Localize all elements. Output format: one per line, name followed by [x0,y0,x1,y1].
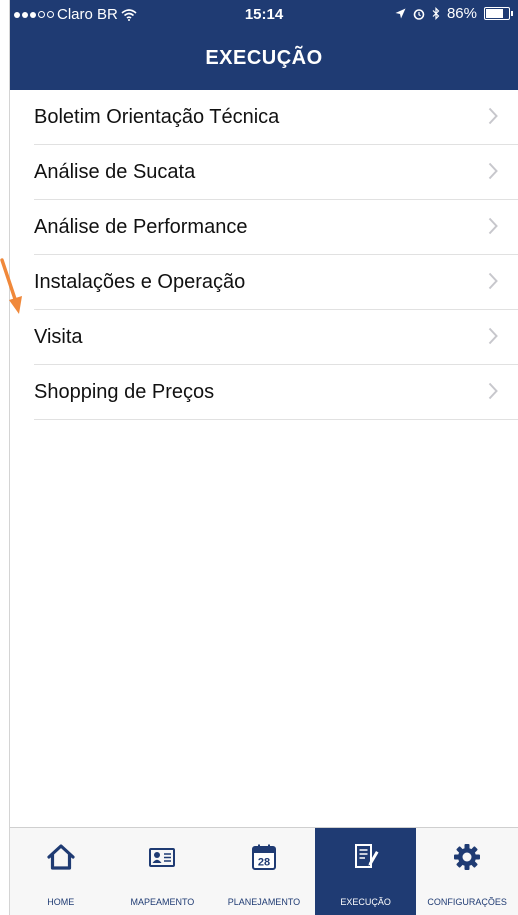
signal-strength-icon [14,11,54,18]
menu-item-label: Shopping de Preços [34,380,215,403]
menu-item-analise-de-sucata[interactable]: Análise de Sucata [34,145,518,200]
menu-item-shopping-de-precos[interactable]: Shopping de Preços [34,365,518,420]
menu-item-label: Análise de Performance [34,215,248,238]
menu-item-label: Visita [34,325,83,348]
tab-execucao[interactable]: EXECUÇÃO [314,828,417,915]
edit-document-icon [354,844,379,868]
tab-bar: HOME MAPEAMENTO 28 PLANEJAMENTO EXECUÇÃO… [10,827,518,915]
tab-planejamento[interactable]: 28 PLANEJAMENTO [213,828,315,915]
menu-item-label: Análise de Sucata [34,160,196,183]
bluetooth-icon [432,7,440,20]
status-left: Claro BR [14,6,137,23]
menu-item-analise-de-performance[interactable]: Análise de Performance [34,200,518,255]
chevron-right-icon [488,217,498,235]
home-icon [47,844,75,870]
annotation-arrow-icon [0,258,22,314]
status-right: 86% [395,5,513,22]
page-title: EXECUÇÃO [205,47,323,69]
carrier-label: Claro BR [57,6,118,23]
chevron-right-icon [488,162,498,180]
gear-icon [454,844,481,870]
chevron-right-icon [488,327,498,345]
chevron-right-icon [488,382,498,400]
menu-item-label: Instalações e Operação [34,270,246,293]
calendar-icon: 28 [251,844,276,870]
menu-item-instalacoes-e-operacao[interactable]: Instalações e Operação [34,255,518,310]
battery-icon [484,7,513,20]
menu-item-label: Boletim Orientação Técnica [34,105,280,128]
tab-label: MAPEAMENTO [130,897,195,907]
tab-label: PLANEJAMENTO [227,897,301,907]
menu-list: Boletim Orientação Técnica Análise de Su… [10,90,518,420]
calendar-day: 28 [258,857,270,869]
menu-item-visita[interactable]: Visita [34,310,518,365]
phone-screen: Claro BR 15:14 86% EXECUÇÃO Boletim Orie… [10,0,518,915]
tab-configuracoes[interactable]: CONFIGURAÇÕES [416,828,518,915]
wifi-icon [121,8,137,21]
chevron-right-icon [488,107,498,125]
chevron-right-icon [488,272,498,290]
tab-label: CONFIGURAÇÕES [427,897,507,907]
id-card-icon [149,848,176,867]
battery-percent: 86% [446,5,477,22]
location-arrow-icon [395,8,406,19]
tab-mapeamento[interactable]: MAPEAMENTO [112,828,214,915]
tab-home[interactable]: HOME [10,828,112,915]
header-bar: Claro BR 15:14 86% EXECUÇÃO [10,0,518,90]
menu-item-boletim-orientacao-tecnica[interactable]: Boletim Orientação Técnica [34,90,518,145]
tab-label: EXECUÇÃO [340,897,391,907]
tab-label: HOME [47,897,75,907]
status-bar: Claro BR 15:14 86% [10,0,518,30]
alarm-icon [413,8,425,20]
